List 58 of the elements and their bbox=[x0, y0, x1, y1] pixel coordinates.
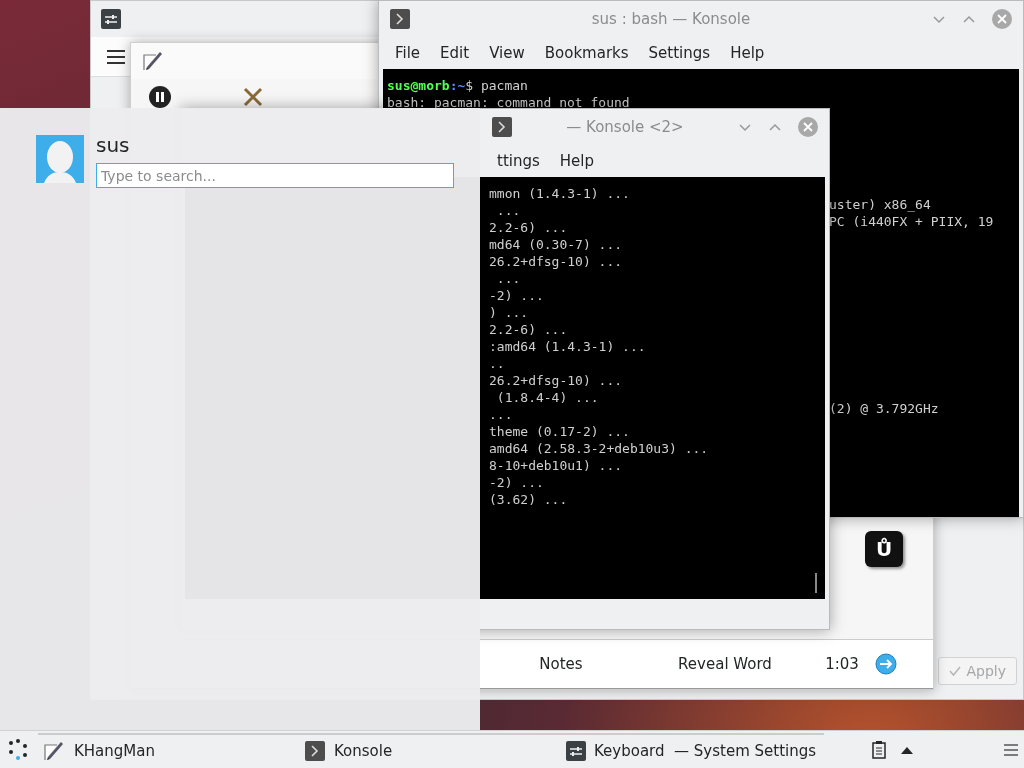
taskbar-task[interactable]: Konsole bbox=[300, 732, 562, 767]
terminal-icon bbox=[491, 116, 513, 138]
pencil-icon bbox=[141, 49, 165, 73]
terminal-line: ... bbox=[489, 406, 514, 423]
menu-item[interactable]: Edit bbox=[430, 44, 480, 62]
taskbar-task[interactable]: KHangMan bbox=[38, 732, 300, 767]
terminal-line: (2) @ 3.792GHz bbox=[829, 400, 940, 417]
terminal-line: amd64 (2.58.3-2+deb10u3) ... bbox=[489, 440, 710, 457]
terminal-line: sus@morb:~$ pacman bbox=[387, 77, 529, 94]
terminal-line: md64 (0.30-7) ... bbox=[489, 236, 624, 253]
terminal-line: .. bbox=[489, 355, 506, 372]
menu-item[interactable]: File bbox=[385, 44, 431, 62]
window-title: sus : bash — Konsole bbox=[590, 10, 752, 28]
terminal-line: (1.8.4-4) ... bbox=[495, 389, 600, 406]
taskbar-task[interactable]: Keyboard — System Settings bbox=[562, 732, 824, 767]
terminal-line: 26.2+dfsg-10) ... bbox=[489, 253, 624, 270]
terminal-line: -2) ... bbox=[489, 474, 545, 491]
check-icon bbox=[949, 665, 962, 677]
menu-item[interactable]: Help bbox=[549, 152, 604, 170]
menu-item[interactable]: Help bbox=[720, 44, 775, 62]
pause-icon[interactable] bbox=[149, 86, 171, 108]
window-title: — Konsole <2> bbox=[565, 118, 685, 136]
terminal-line: ) ... bbox=[489, 304, 530, 321]
toolbar-button[interactable]: Notes bbox=[481, 655, 641, 673]
terminal-line: 26.2+dfsg-10) ... bbox=[489, 372, 624, 389]
scrollbar[interactable] bbox=[815, 573, 817, 593]
close-icon[interactable] bbox=[797, 116, 819, 138]
letter-key[interactable]: Ů bbox=[865, 531, 903, 567]
timer-label: 1:03 bbox=[824, 655, 860, 673]
menu-item[interactable]: Bookmarks bbox=[534, 44, 639, 62]
terminal-icon bbox=[389, 8, 411, 30]
user-name: sus bbox=[96, 133, 131, 157]
terminal-line: theme (0.17-2) ... bbox=[489, 423, 631, 440]
avatar-icon bbox=[36, 135, 84, 183]
terminal-line: 2.2-6) ... bbox=[489, 321, 569, 338]
menu-icon[interactable] bbox=[107, 49, 125, 64]
toolbar-button[interactable]: Reveal Word bbox=[641, 655, 809, 673]
close-icon[interactable] bbox=[991, 8, 1013, 30]
search-field[interactable]: Type to search... bbox=[96, 163, 454, 188]
clipboard-icon[interactable] bbox=[872, 740, 886, 759]
terminal-line: bash: pacman: command not found bbox=[387, 94, 631, 111]
terminal-line: -2) ... bbox=[489, 287, 545, 304]
menu-item[interactable]: ttings bbox=[487, 152, 550, 170]
menu-item[interactable]: View bbox=[479, 44, 535, 62]
settings-icon bbox=[101, 9, 121, 29]
settings-icon bbox=[566, 740, 586, 761]
terminal-icon bbox=[304, 739, 326, 762]
launcher-icon[interactable] bbox=[6, 737, 30, 762]
terminal-line: (3.62) ... bbox=[489, 491, 569, 508]
terminal-line: 2.2-6) ... bbox=[489, 219, 569, 236]
terminal-line: mmon (1.4.3-1) ... bbox=[489, 185, 631, 202]
terminal-line: :amd64 (1.4.3-1) ... bbox=[489, 338, 647, 355]
menu-item[interactable]: Settings bbox=[638, 44, 721, 62]
terminal-line: ... bbox=[495, 270, 522, 287]
terminal-line: uster) x86_64 bbox=[829, 196, 932, 213]
terminal-line: 8-10+deb10u1) ... bbox=[489, 457, 624, 474]
terminal-line: ... bbox=[495, 202, 522, 219]
terminal-line: PC (i440FX + PIIX, 19 bbox=[829, 213, 994, 230]
